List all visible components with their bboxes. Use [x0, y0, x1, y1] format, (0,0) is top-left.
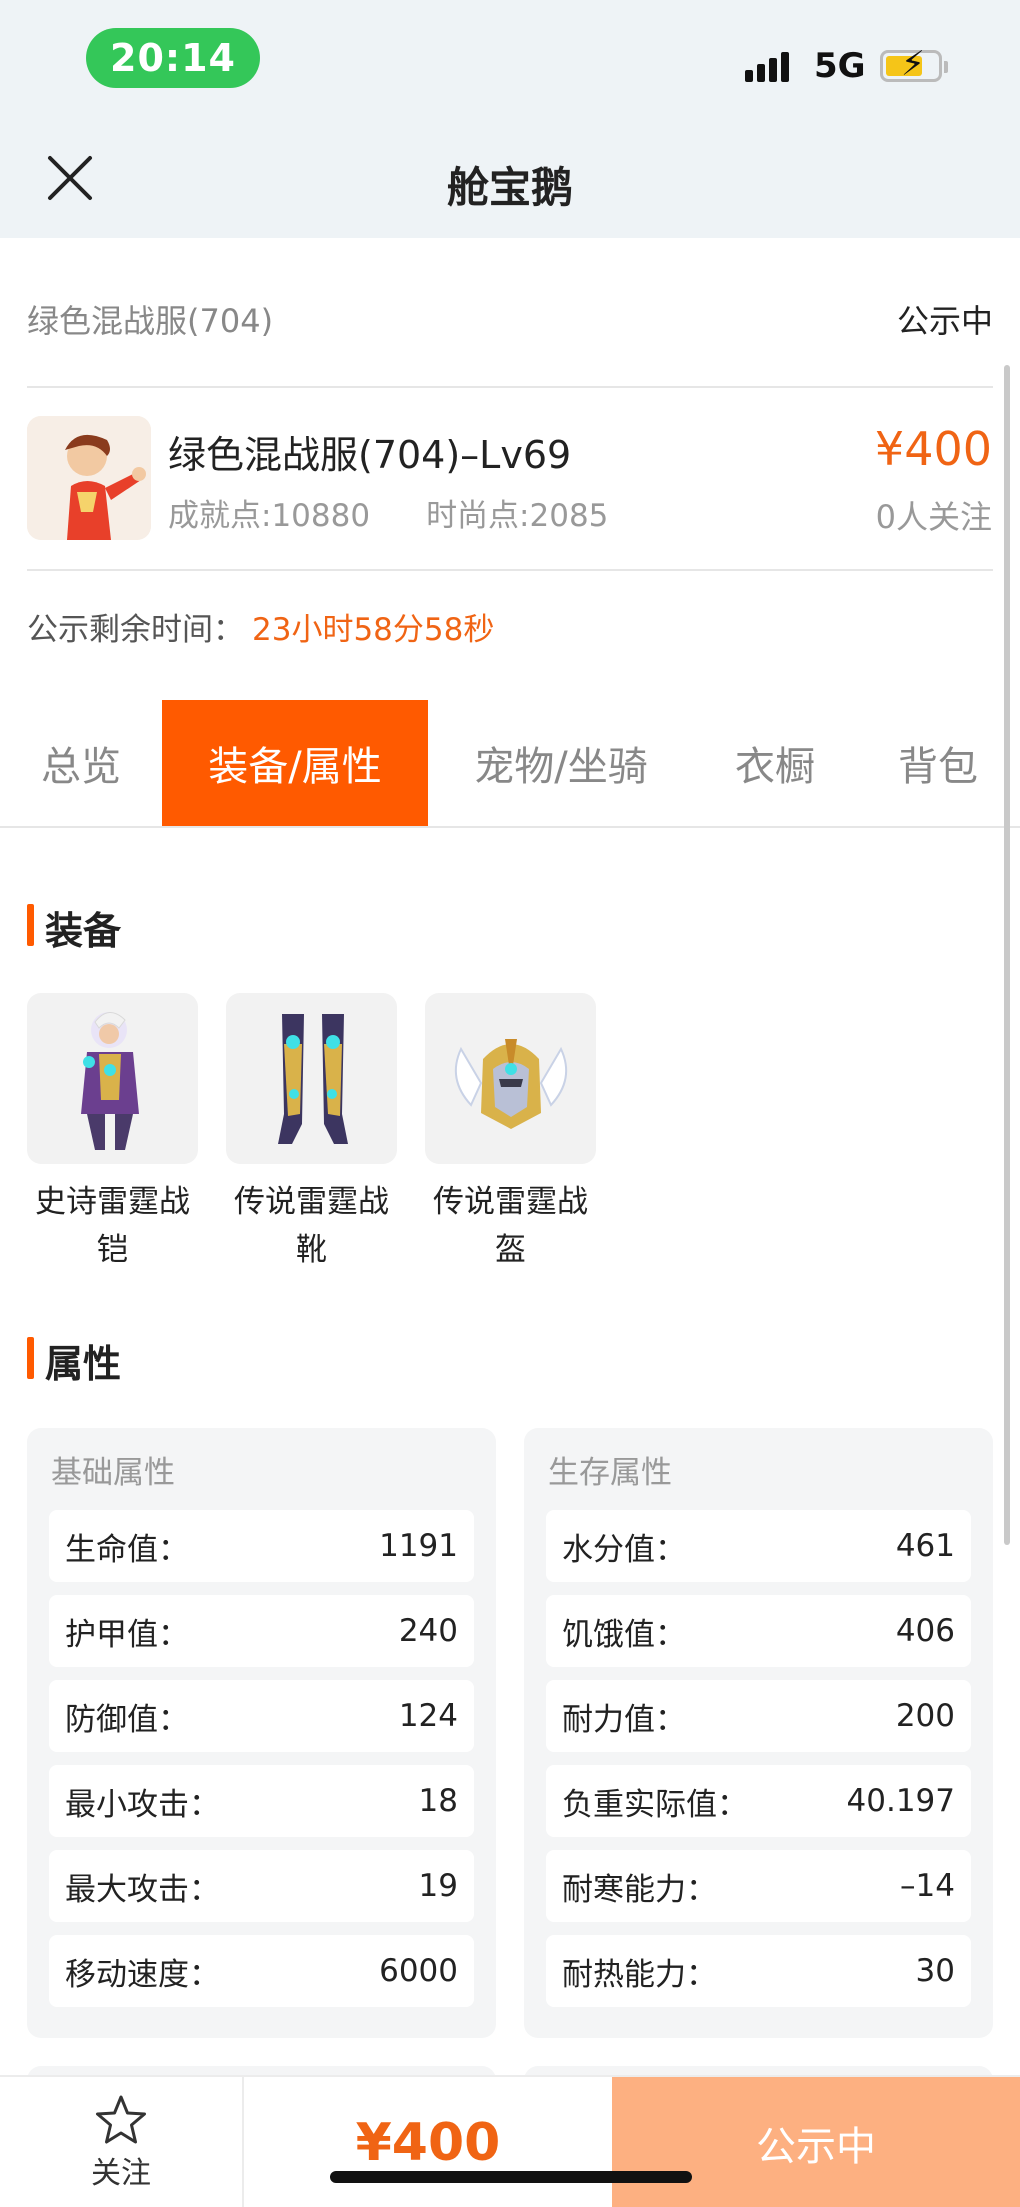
price: ¥400 — [874, 422, 992, 476]
attribute-row: 耐力值： 200 — [546, 1680, 971, 1752]
tab-overview[interactable]: 总览 — [0, 700, 162, 826]
attribute-label: 最小攻击： — [65, 1786, 220, 1823]
attribute-value: 240 — [398, 1613, 458, 1649]
survival-attributes-panel: 生存属性 水分值： 461 饥饿值： 406 耐力值： 200 负重实际值： 40.19… — [524, 1428, 993, 2038]
attribute-value: 18 — [418, 1783, 458, 1819]
attribute-label: 饥饿值： — [562, 1616, 686, 1653]
attribute-value: 1191 — [379, 1528, 458, 1564]
equipment-name: 传说雷霆战盔 — [433, 1184, 588, 1268]
follower-count: 0人关注 — [875, 498, 992, 536]
attribute-row: 移动速度： 6000 — [49, 1935, 474, 2007]
attribute-value: –14 — [900, 1868, 955, 1904]
bottom-bar: 关注 ¥400 公示中 — [0, 2075, 1020, 2207]
attribute-row: 最小攻击： 18 — [49, 1765, 474, 1837]
boots-icon — [226, 993, 397, 1164]
equipment-item[interactable]: 传说雷霆战盔 — [425, 993, 596, 1274]
attribute-row: 饥饿值： 406 — [546, 1595, 971, 1667]
equipment-item[interactable]: 传说雷霆战靴 — [226, 993, 397, 1274]
fashion-points: 时尚点:2085 — [426, 498, 609, 534]
follow-label: 关注 — [91, 2156, 151, 2191]
divider — [27, 386, 993, 388]
tab-backpack[interactable]: 背包 — [856, 700, 1020, 826]
attribute-row: 生命值： 1191 — [49, 1510, 474, 1582]
remaining-label: 公示剩余时间： — [27, 612, 244, 648]
helmet-icon — [425, 993, 596, 1164]
status-button[interactable]: 公示中 — [612, 2077, 1020, 2207]
character-title: 绿色混战服(704)–Lv69 — [168, 433, 572, 477]
attribute-label: 防御值： — [65, 1701, 189, 1738]
attribute-label: 最大攻击： — [65, 1871, 220, 1908]
network-type: 5G — [814, 46, 866, 86]
attribute-list: 生命值： 1191 护甲值： 240 防御值： 124 最小攻击： 18 最大攻击： 19… — [49, 1510, 474, 2007]
equipment-name: 史诗雷霆战铠 — [35, 1184, 190, 1268]
home-indicator — [330, 2171, 692, 2183]
equipment-list: 史诗雷霆战铠 传说雷霆战靴 传说雷霆战盔 — [27, 993, 596, 1274]
attribute-value: 461 — [895, 1528, 955, 1564]
attribute-value: 30 — [915, 1953, 955, 1989]
attribute-label: 耐寒能力： — [562, 1871, 717, 1908]
attribute-row: 耐热能力： 30 — [546, 1935, 971, 2007]
scrollbar[interactable] — [1004, 365, 1010, 1545]
bottom-price: ¥400 — [355, 2113, 501, 2173]
tab-equipment-attributes[interactable]: 装备/属性 — [162, 700, 428, 826]
status-time: 20:14 — [86, 28, 260, 88]
attribute-list: 水分值： 461 饥饿值： 406 耐力值： 200 负重实际值： 40.197 耐寒能… — [546, 1510, 971, 2007]
attribute-label: 水分值： — [562, 1531, 686, 1568]
attribute-label: 生命值： — [65, 1531, 189, 1568]
equipment-item[interactable]: 史诗雷霆战铠 — [27, 993, 198, 1274]
equipment-name: 传说雷霆战靴 — [234, 1184, 389, 1268]
attribute-value: 6000 — [379, 1953, 458, 1989]
attribute-label: 护甲值： — [65, 1616, 189, 1653]
base-attributes-panel: 基础属性 生命值： 1191 护甲值： 240 防御值： 124 最小攻击： 18 最大… — [27, 1428, 496, 2038]
page-title: 舱宝鹅 — [446, 163, 573, 212]
signal-icon — [745, 52, 789, 82]
tab-bar: 总览 装备/属性 宠物/坐骑 衣橱 背包 — [0, 700, 1020, 828]
server-name: 绿色混战服(704) — [27, 302, 274, 340]
status-bar: 20:14 5G ⚡ — [0, 0, 1020, 118]
divider — [27, 569, 993, 571]
equipment-section-title: 装备 — [27, 900, 121, 955]
attribute-value: 200 — [895, 1698, 955, 1734]
achievement-points: 成就点:10880 — [168, 498, 371, 534]
attribute-value: 406 — [895, 1613, 955, 1649]
attribute-row: 负重实际值： 40.197 — [546, 1765, 971, 1837]
tab-pets-mounts[interactable]: 宠物/坐骑 — [428, 700, 694, 826]
attributes-section-title: 属性 — [27, 1333, 121, 1388]
panel-title: 基础属性 — [51, 1455, 175, 1491]
attribute-row: 防御值： 124 — [49, 1680, 474, 1752]
remaining-value: 23小时58分58秒 — [252, 612, 495, 648]
character-stats: 成就点:10880 时尚点:2085 — [168, 490, 608, 535]
attribute-value: 19 — [418, 1868, 458, 1904]
attribute-row: 耐寒能力： –14 — [546, 1850, 971, 1922]
avatar — [27, 416, 151, 540]
attribute-label: 移动速度： — [65, 1956, 220, 1993]
remaining-time: 公示剩余时间： 23小时58分58秒 — [27, 604, 494, 649]
attribute-row: 最大攻击： 19 — [49, 1850, 474, 1922]
server-row: 绿色混战服(704) 公示中 — [27, 296, 993, 342]
attribute-value: 40.197 — [846, 1783, 955, 1819]
attribute-label: 负重实际值： — [562, 1786, 748, 1823]
attribute-label: 耐力值： — [562, 1701, 686, 1738]
battery-icon: ⚡ — [880, 47, 948, 82]
armor-icon — [27, 993, 198, 1164]
server-status: 公示中 — [896, 302, 993, 340]
tab-wardrobe[interactable]: 衣橱 — [694, 700, 856, 826]
panel-title: 生存属性 — [548, 1455, 672, 1491]
nav-bar: 舱宝鹅 — [0, 118, 1020, 238]
follow-button[interactable]: 关注 — [0, 2077, 244, 2207]
attribute-row: 水分值： 461 — [546, 1510, 971, 1582]
attribute-row: 护甲值： 240 — [49, 1595, 474, 1667]
star-icon — [96, 2095, 146, 2144]
attribute-value: 124 — [398, 1698, 458, 1734]
attribute-label: 耐热能力： — [562, 1956, 717, 1993]
